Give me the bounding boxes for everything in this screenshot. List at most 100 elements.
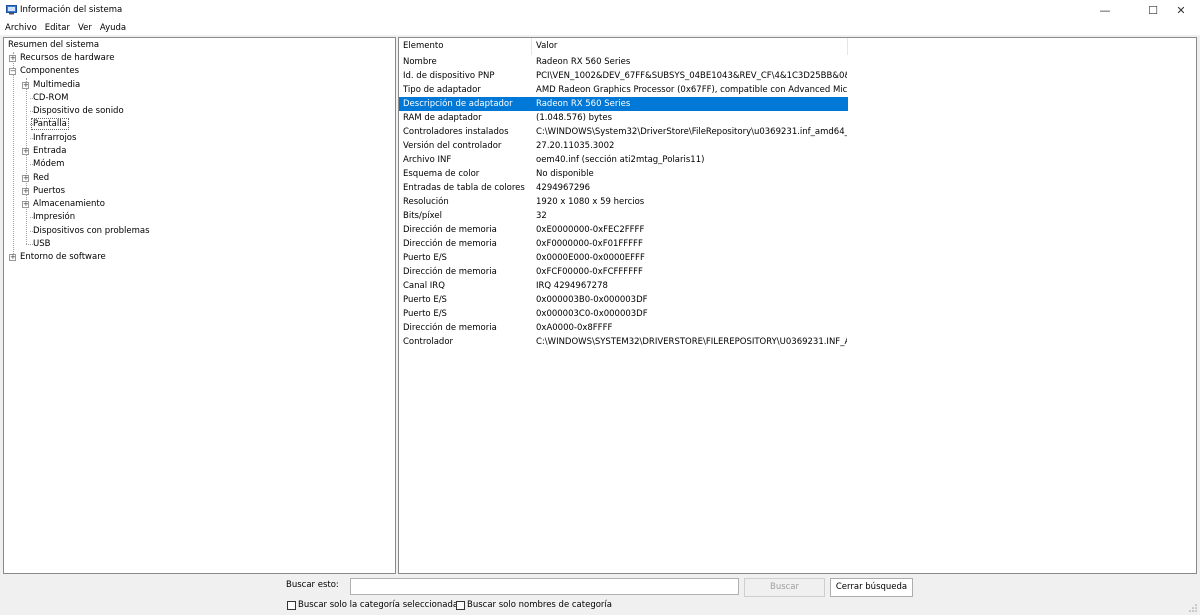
tree-item-sound-device[interactable]: Dispositivo de sonido [32, 105, 125, 118]
resize-grip-icon[interactable] [1188, 603, 1198, 613]
cell-value: C:\WINDOWS\System32\DriverStore\FileRepo… [536, 127, 847, 137]
cell-value: IRQ 4294967278 [536, 281, 608, 291]
expand-plus-icon[interactable]: + [22, 175, 29, 182]
cell-item: Canal IRQ [403, 281, 445, 291]
tree-item-input[interactable]: Entrada [32, 145, 67, 158]
cell-value: 0x000003B0-0x000003DF [536, 295, 648, 305]
expand-plus-icon[interactable]: + [9, 55, 16, 62]
table-row[interactable]: Nombre Radeon RX 560 Series [399, 55, 848, 69]
column-header-item[interactable]: Elemento [399, 38, 532, 55]
tree-item-network[interactable]: Red [32, 172, 50, 185]
tree-item-cdrom[interactable]: CD-ROM [32, 92, 69, 105]
cell-value: 0xFCF00000-0xFCFFFFFF [536, 267, 643, 277]
cell-value: (1.048.576) bytes [536, 113, 613, 123]
cell-value: 1920 x 1080 x 59 hercios [536, 197, 645, 207]
tree-item-problem-devices[interactable]: Dispositivos con problemas [32, 225, 151, 238]
cell-item: Dirección de memoria [403, 267, 497, 277]
cell-value: Radeon RX 560 Series [536, 57, 631, 67]
close-button[interactable]: ✕ [1162, 0, 1200, 20]
table-row[interactable]: Dirección de memoria 0xE0000000-0xFEC2FFF… [399, 223, 848, 237]
table-row[interactable]: Entradas de tabla de colores 4294967296 [399, 181, 848, 195]
table-row[interactable]: Versión del controlador 27.20.11035.3002 [399, 139, 848, 153]
tree-item-software-environment[interactable]: Entorno de software [19, 251, 107, 264]
cell-value: 0x000003C0-0x000003DF [536, 309, 648, 319]
menu-editar[interactable]: Editar [45, 23, 70, 33]
collapse-minus-icon[interactable]: − [9, 68, 16, 75]
table-row[interactable]: Puerto E/S 0x000003B0-0x000003DF [399, 293, 848, 307]
category-tree[interactable]: Resumen del sistema + Recursos de hardwa… [3, 37, 396, 574]
selected-category-checkbox[interactable]: Buscar solo la categoría seleccionada [287, 600, 458, 610]
cell-item: Puerto E/S [403, 295, 447, 305]
checkbox-box[interactable] [456, 600, 465, 610]
expand-plus-icon[interactable]: + [22, 201, 29, 208]
table-row[interactable]: Dirección de memoria 0xFCF00000-0xFCFFFFF… [399, 265, 848, 279]
table-row[interactable]: RAM de adaptador (1.048.576) bytes [399, 111, 848, 125]
expand-plus-icon[interactable]: + [22, 188, 29, 195]
table-row[interactable]: Dirección de memoria 0xA0000-0x8FFFF [399, 321, 848, 335]
table-row[interactable]: Descripción de adaptador Radeon RX 560 Se… [399, 97, 848, 111]
tree-item-components[interactable]: Componentes [19, 65, 80, 78]
expand-plus-icon[interactable]: + [9, 254, 16, 261]
minimize-button[interactable]: — [1086, 0, 1124, 20]
table-row[interactable]: Canal IRQ IRQ 4294967278 [399, 279, 848, 293]
cell-item: Descripción de adaptador [403, 99, 513, 109]
table-row[interactable]: Controlador C:\WINDOWS\SYSTEM32\DRIVERSTO… [399, 335, 848, 349]
tree-item-display[interactable]: Pantalla [31, 118, 69, 131]
details-list[interactable]: Elemento Valor Nombre Radeon RX 560 Serie… [398, 37, 1197, 574]
table-row[interactable]: Tipo de adaptador AMD Radeon Graphics Pro… [399, 83, 848, 97]
table-row[interactable]: Esquema de color No disponible [399, 167, 848, 181]
tree-item-multimedia[interactable]: Multimedia [32, 79, 81, 92]
expand-plus-icon[interactable]: + [22, 148, 29, 155]
table-row[interactable]: Puerto E/S 0x000003C0-0x000003DF [399, 307, 848, 321]
table-row[interactable]: Resolución 1920 x 1080 x 59 hercios [399, 195, 848, 209]
tree-item-label: USB [33, 239, 51, 249]
table-row[interactable]: Dirección de memoria 0xF0000000-0xF01FFFF… [399, 237, 848, 251]
table-row[interactable]: Id. de dispositivo PNP PCI\VEN_1002&DEV_6… [399, 69, 848, 83]
tree-item-label: Dispositivos con problemas [33, 226, 150, 236]
menu-ayuda[interactable]: Ayuda [100, 23, 126, 33]
title-bar[interactable]: Información del sistema — ☐ ✕ [0, 0, 1200, 20]
tree-item-system-summary[interactable]: Resumen del sistema [7, 39, 100, 52]
cell-item: Bits/píxel [403, 211, 442, 221]
tree-item-modem[interactable]: Módem [32, 158, 65, 171]
cell-item: Id. de dispositivo PNP [403, 71, 495, 81]
find-button[interactable]: Buscar [744, 578, 825, 597]
cell-value: 32 [536, 211, 547, 221]
category-names-checkbox[interactable]: Buscar solo nombres de categoría [456, 600, 612, 610]
table-row[interactable]: Archivo INF oem40.inf (sección ati2mtag_P… [399, 153, 848, 167]
tree-item-storage[interactable]: Almacenamiento [32, 198, 106, 211]
cell-value: C:\WINDOWS\SYSTEM32\DRIVERSTORE\FILEREPO… [536, 337, 847, 347]
search-input[interactable] [350, 578, 739, 595]
tree-item-ports[interactable]: Puertos [32, 185, 66, 198]
search-panel: Buscar esto: Buscar Cerrar búsqueda Busc… [0, 575, 1200, 615]
tree-item-printing[interactable]: Impresión [32, 211, 76, 224]
tree-item-infrared[interactable]: Infrarrojos [32, 132, 77, 145]
expand-plus-icon[interactable]: + [22, 82, 29, 89]
cell-value: PCI\VEN_1002&DEV_67FF&SUBSYS_04BE1043&RE… [536, 71, 847, 81]
cell-value: 0x0000E000-0x0000EFFF [536, 253, 645, 263]
cell-item: Controlador [403, 337, 454, 347]
cell-item: RAM de adaptador [403, 113, 482, 123]
column-header-value[interactable]: Valor [532, 38, 848, 55]
cell-item: Tipo de adaptador [403, 85, 481, 95]
search-label: Buscar esto: [286, 580, 339, 590]
cell-item: Dirección de memoria [403, 323, 497, 333]
tree-item-label: Recursos de hardware [20, 53, 115, 63]
menu-ver[interactable]: Ver [78, 23, 92, 33]
menu-archivo[interactable]: Archivo [5, 23, 37, 33]
table-row[interactable]: Bits/píxel 32 [399, 209, 848, 223]
tree-item-label: Almacenamiento [33, 199, 105, 209]
table-row[interactable]: Puerto E/S 0x0000E000-0x0000EFFF [399, 251, 848, 265]
tree-item-hardware-resources[interactable]: Recursos de hardware [19, 52, 115, 65]
cell-value: No disponible [536, 169, 594, 179]
cell-item: Entradas de tabla de colores [403, 183, 525, 193]
close-search-button[interactable]: Cerrar búsqueda [830, 578, 913, 597]
checkbox-box[interactable] [287, 600, 296, 610]
tree-item-usb[interactable]: USB [32, 238, 51, 251]
list-header: Elemento Valor [399, 38, 849, 55]
cell-item: Puerto E/S [403, 309, 447, 319]
window-title: Información del sistema [20, 5, 123, 15]
table-row[interactable]: Controladores instalados C:\WINDOWS\Syste… [399, 125, 848, 139]
cell-item: Versión del controlador [403, 141, 502, 151]
checkbox-label: Buscar solo la categoría seleccionada [298, 600, 459, 610]
